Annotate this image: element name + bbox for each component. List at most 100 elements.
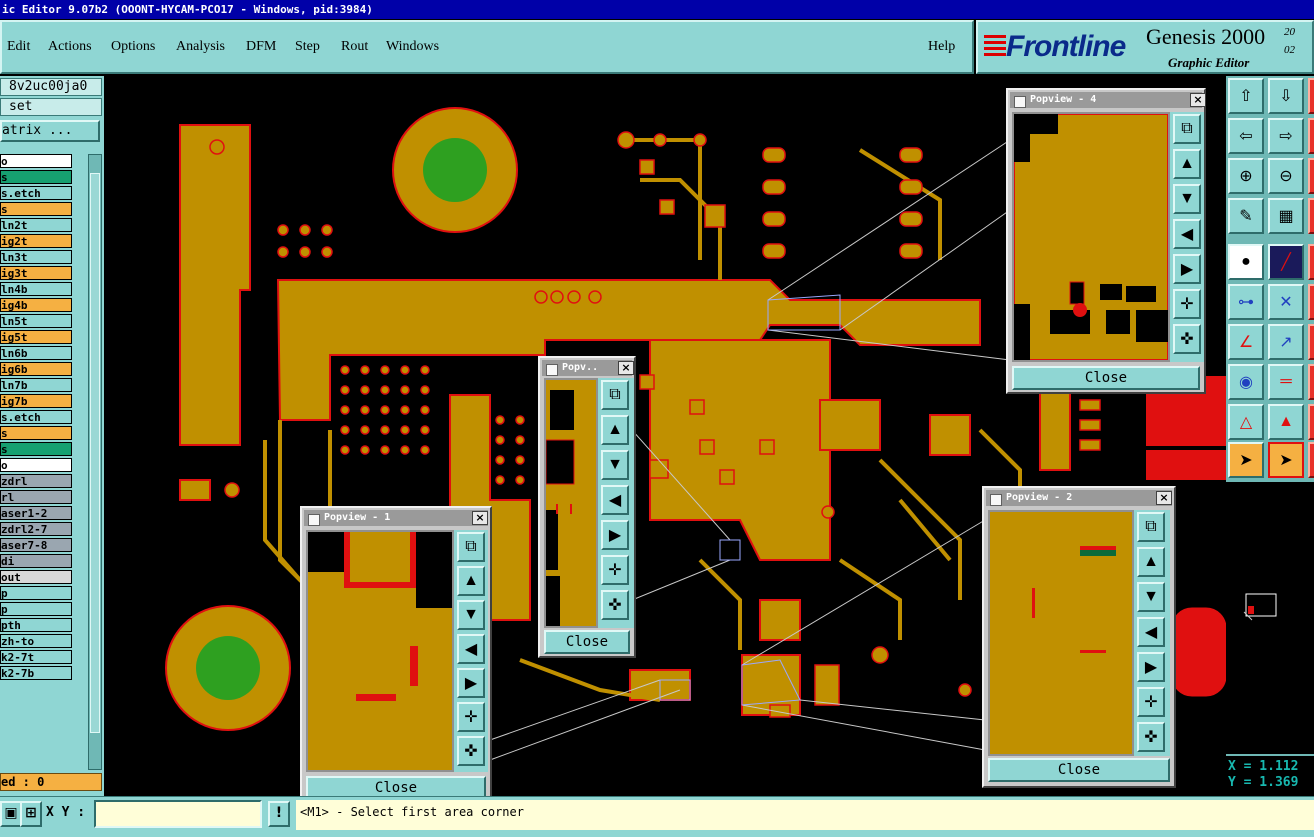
layer-list-scrollbar[interactable] bbox=[88, 154, 102, 770]
pan-down-icon[interactable]: ▼ bbox=[1137, 582, 1165, 612]
measure-icon[interactable]: ✎ bbox=[1228, 198, 1264, 234]
pan-up-icon[interactable]: ▲ bbox=[1137, 547, 1165, 577]
polygon-tool-icon[interactable]: ▲ bbox=[1268, 404, 1304, 440]
extra-tool-icon[interactable] bbox=[1308, 158, 1314, 194]
layer-row[interactable]: rl bbox=[0, 490, 72, 504]
layer-row[interactable]: ln3t bbox=[0, 250, 72, 264]
zoom-fit-icon[interactable]: ⇩ bbox=[1268, 78, 1304, 114]
pan-left-icon[interactable]: ◀ bbox=[1137, 617, 1165, 647]
extra-tool-icon[interactable] bbox=[1308, 324, 1314, 360]
extra-tool-icon[interactable] bbox=[1308, 284, 1314, 320]
menu-rout[interactable]: Rout bbox=[341, 39, 368, 55]
layer-row[interactable]: ig6b bbox=[0, 362, 72, 376]
pan-right-icon[interactable]: ▶ bbox=[1173, 254, 1201, 284]
menu-windows[interactable]: Windows bbox=[386, 39, 439, 55]
layer-row[interactable]: aser1-2 bbox=[0, 506, 72, 520]
window-menu-icon[interactable] bbox=[308, 514, 320, 526]
pan-up-icon[interactable]: ▲ bbox=[457, 566, 485, 596]
window-menu-icon[interactable] bbox=[990, 494, 1002, 506]
extra-tool-icon[interactable] bbox=[1308, 364, 1314, 400]
layer-row[interactable]: ln4b bbox=[0, 282, 72, 296]
snap-icon[interactable]: ▣ bbox=[0, 801, 22, 827]
popview-4-close-icon[interactable]: × bbox=[1190, 93, 1206, 107]
layer-row[interactable]: s bbox=[0, 170, 72, 184]
extra-tool-icon[interactable] bbox=[1308, 118, 1314, 154]
extra-tool-icon[interactable] bbox=[1308, 198, 1314, 234]
zoom-out-icon[interactable]: ✜ bbox=[1137, 722, 1165, 752]
connect-tool-icon[interactable]: ⊶ bbox=[1228, 284, 1264, 320]
popview-2[interactable]: Popview - 2 × ⧉ ▲ ▼ ◀ ▶ ✛ ✜ Close bbox=[982, 486, 1176, 788]
zoom-in-icon[interactable]: ✛ bbox=[1173, 289, 1201, 319]
layer-row[interactable]: ln6b bbox=[0, 346, 72, 360]
line-tool-icon[interactable]: ╱ bbox=[1268, 244, 1304, 280]
pan-left-icon[interactable]: ⇦ bbox=[1228, 118, 1264, 154]
popview-2-view[interactable] bbox=[988, 510, 1134, 756]
pan-right-icon[interactable]: ▶ bbox=[601, 520, 629, 550]
surface-tool-icon[interactable]: ◉ bbox=[1228, 364, 1264, 400]
text-tool-icon[interactable]: ═ bbox=[1268, 364, 1304, 400]
job-name-field[interactable]: 8v2uc00ja0 bbox=[0, 78, 102, 96]
layer-row[interactable]: s bbox=[0, 202, 72, 216]
cross-tool-icon[interactable]: ✕ bbox=[1268, 284, 1304, 320]
grid-snap-icon[interactable]: ⊞ bbox=[20, 801, 42, 827]
pan-right-icon[interactable]: ▶ bbox=[457, 668, 485, 698]
menu-help[interactable]: Help bbox=[928, 39, 955, 55]
layer-row[interactable]: s bbox=[0, 442, 72, 456]
menu-analysis[interactable]: Analysis bbox=[176, 39, 225, 55]
layer-row[interactable]: ln7b bbox=[0, 378, 72, 392]
layer-row[interactable]: k2-7t bbox=[0, 650, 72, 664]
layer-row[interactable]: ig7b bbox=[0, 394, 72, 408]
zoom-out-icon[interactable]: ⊖ bbox=[1268, 158, 1304, 194]
popview-4-titlebar[interactable]: Popview - 4 bbox=[1010, 92, 1202, 108]
layer-row[interactable]: s.etch bbox=[0, 410, 72, 424]
layer-row[interactable]: o bbox=[0, 458, 72, 472]
layer-row[interactable]: ig4b bbox=[0, 298, 72, 312]
layer-row[interactable]: s.etch bbox=[0, 186, 72, 200]
extra-tool-icon[interactable] bbox=[1308, 404, 1314, 440]
layer-row[interactable]: ig5t bbox=[0, 330, 72, 344]
arrow-tool-icon[interactable]: ↗ bbox=[1268, 324, 1304, 360]
warning-icon[interactable]: ! bbox=[268, 801, 290, 827]
layer-row[interactable]: zdrl2-7 bbox=[0, 522, 72, 536]
layer-row[interactable]: di bbox=[0, 554, 72, 568]
popview-3-close-button[interactable]: Close bbox=[544, 630, 630, 654]
layer-row[interactable]: zh-to bbox=[0, 634, 72, 648]
triangle-tool-icon[interactable]: △ bbox=[1228, 404, 1264, 440]
menu-edit[interactable]: Edit bbox=[7, 39, 30, 55]
menu-dfm[interactable]: DFM bbox=[246, 39, 276, 55]
zoom-home-icon[interactable]: ⧉ bbox=[1173, 114, 1201, 144]
pan-down-icon[interactable]: ▼ bbox=[601, 450, 629, 480]
layer-row[interactable]: out bbox=[0, 570, 72, 584]
layer-row[interactable]: ln5t bbox=[0, 314, 72, 328]
zoom-home-icon[interactable]: ⧉ bbox=[601, 380, 629, 410]
pan-left-icon[interactable]: ◀ bbox=[1173, 219, 1201, 249]
pointer-active-icon[interactable]: ➤ bbox=[1268, 442, 1304, 478]
pan-right-icon[interactable]: ▶ bbox=[1137, 652, 1165, 682]
popview-2-titlebar[interactable]: Popview - 2 bbox=[986, 490, 1172, 506]
popview-1-view[interactable] bbox=[306, 530, 454, 772]
layer-row[interactable]: pth bbox=[0, 618, 72, 632]
popview-2-close-button[interactable]: Close bbox=[988, 758, 1170, 782]
popview-1[interactable]: Popview - 1 × ⧉ ▲ ▼ ◀ ▶ ✛ ✜ Close bbox=[300, 506, 492, 796]
arc-tool-icon[interactable]: ∠ bbox=[1228, 324, 1264, 360]
scroll-thumb[interactable] bbox=[90, 173, 100, 733]
popview-3-close-icon[interactable]: × bbox=[618, 361, 634, 375]
grid-icon[interactable]: ▦ bbox=[1268, 198, 1304, 234]
pad-tool-icon[interactable]: ● bbox=[1228, 244, 1264, 280]
popview-4[interactable]: Popview - 4 × ⧉ ▲ ▼ ◀ ▶ ✛ ✜ Close bbox=[1006, 88, 1206, 394]
layer-row[interactable]: k2-7b bbox=[0, 666, 72, 680]
zoom-in-icon[interactable]: ⊕ bbox=[1228, 158, 1264, 194]
window-menu-icon[interactable] bbox=[546, 364, 558, 376]
window-menu-icon[interactable] bbox=[1014, 96, 1026, 108]
popview-3[interactable]: Popv.. × ⧉ ▲ ▼ ◀ ▶ ✛ ✜ Close bbox=[538, 356, 636, 658]
layer-row[interactable]: s bbox=[0, 426, 72, 440]
extra-tool-icon[interactable] bbox=[1308, 78, 1314, 114]
layer-row[interactable]: ln2t bbox=[0, 218, 72, 232]
pan-down-icon[interactable]: ▼ bbox=[1173, 184, 1201, 214]
extra-tool-icon[interactable] bbox=[1308, 442, 1314, 478]
layer-row[interactable]: p bbox=[0, 602, 72, 616]
menu-options[interactable]: Options bbox=[111, 39, 155, 55]
zoom-out-icon[interactable]: ✜ bbox=[1173, 324, 1201, 354]
pan-left-icon[interactable]: ◀ bbox=[601, 485, 629, 515]
zoom-home-icon[interactable]: ⧉ bbox=[1137, 512, 1165, 542]
